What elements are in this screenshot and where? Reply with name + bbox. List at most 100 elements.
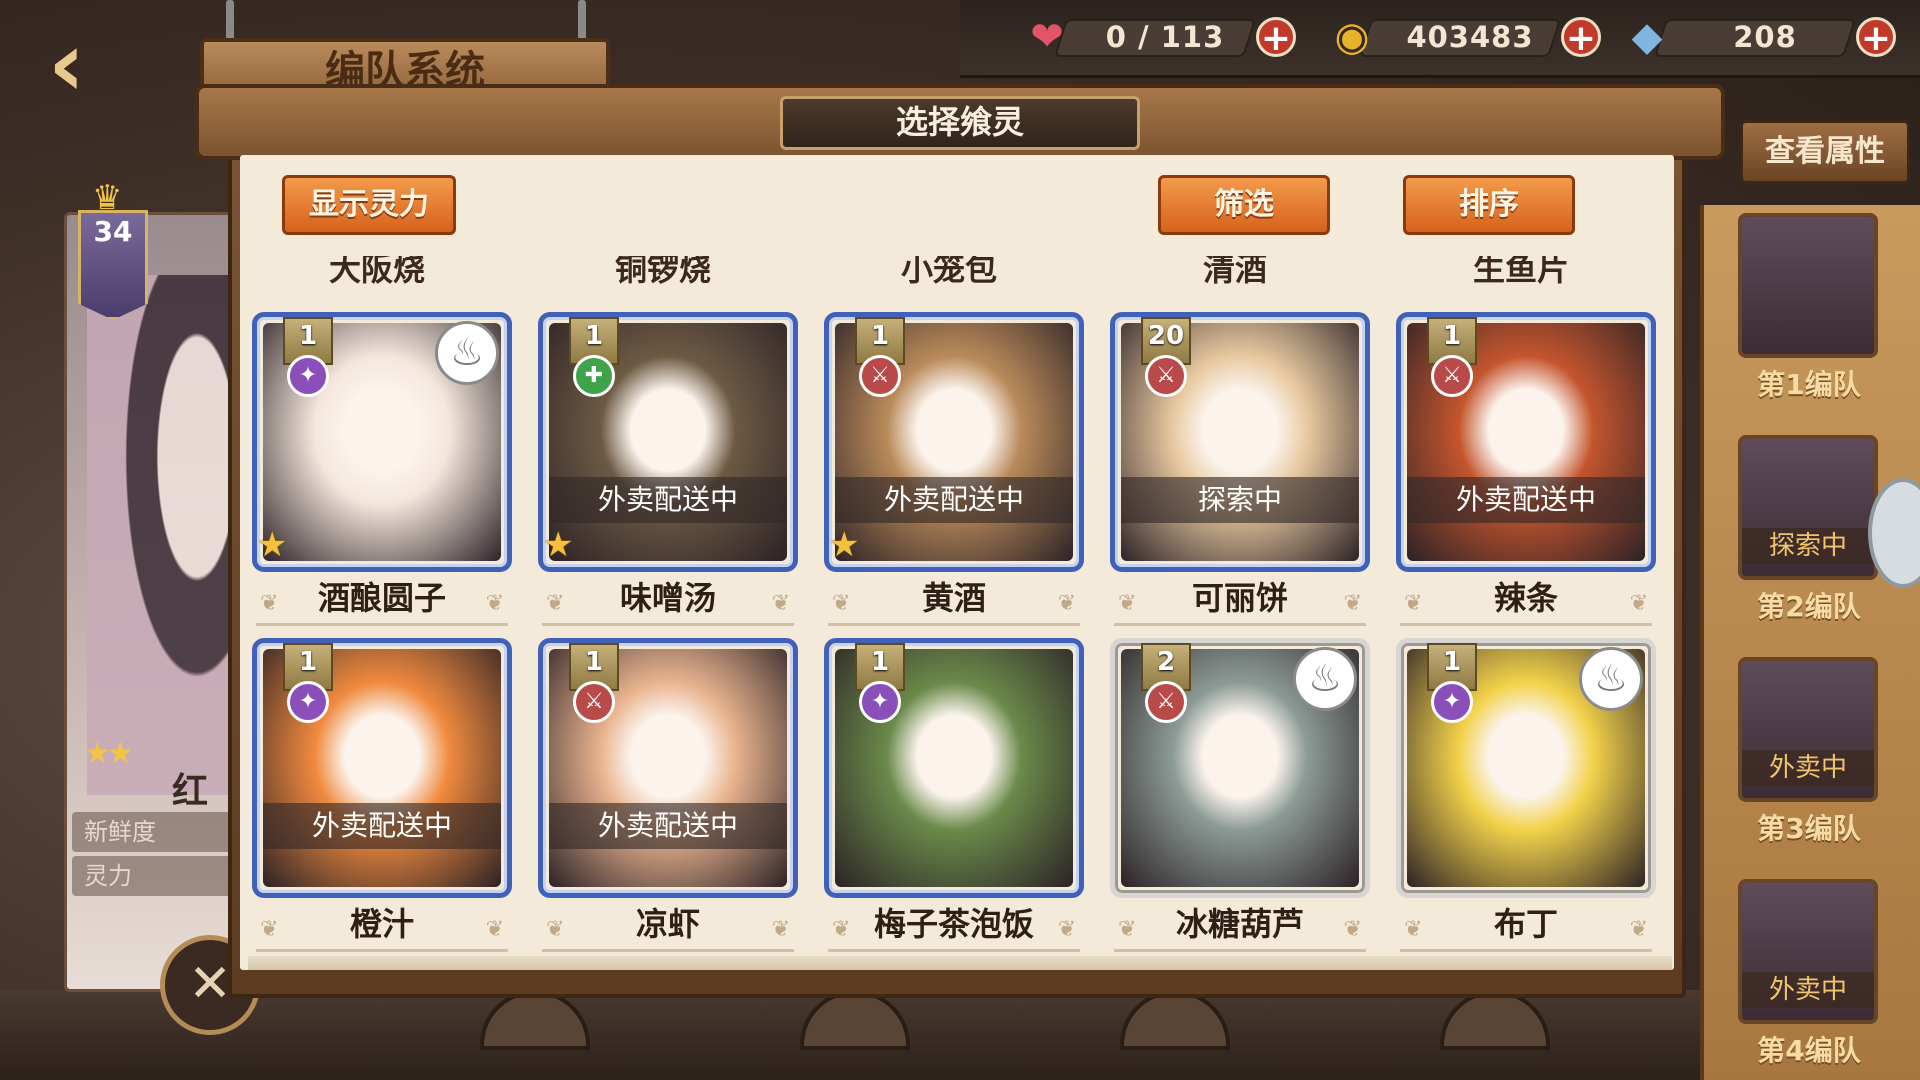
bottom-slot: [1120, 990, 1230, 1050]
stamina-value: 0 / 113: [1105, 20, 1225, 54]
coin-icon: ◉: [1334, 14, 1370, 60]
spirit-card[interactable]: 1 ✦ ♨: [1396, 638, 1656, 898]
heart-icon: ❤: [1030, 14, 1064, 60]
spirit-card[interactable]: 20 ⚔ 探索中: [1110, 312, 1370, 572]
resource-bar: ❤ 0 / 113 + ◉ 403483 + ◆ 208 +: [960, 0, 1920, 78]
heal-type-icon: ✚: [573, 355, 615, 397]
sort-button[interactable]: 排序: [1403, 175, 1575, 235]
partial-spirit-name: 清酒: [1202, 256, 1267, 288]
chef-hat-icon: ♨: [1293, 647, 1357, 711]
partial-spirit-name: 铜锣烧: [614, 256, 711, 288]
spirit-name: 梅子茶泡饭: [828, 900, 1080, 954]
attack-type-icon: ⚔: [1145, 681, 1187, 723]
spirit-status: 外卖配送中: [835, 477, 1073, 523]
character-stars: ★★: [84, 736, 134, 771]
chef-hat-icon: ♨: [435, 321, 499, 385]
spirit-name: 味噌汤: [542, 574, 794, 628]
spirit-status: 探索中: [1121, 477, 1359, 523]
team-sidebar: 第1编队 探索中 第2编队 外卖中 第3编队 外卖中 第4编队: [1700, 205, 1920, 1080]
magic-type-icon: ✦: [859, 681, 901, 723]
spirit-level: 1: [298, 647, 318, 677]
spirit-name: 凉虾: [542, 900, 794, 954]
spirit-status: 外卖配送中: [1407, 477, 1645, 523]
star-icon: ★: [829, 525, 860, 565]
spirit-grid: 大阪烧铜锣烧小笼包清酒生鱼片1✦♨★酒酿圆子1✚外卖配送中★味噌汤1⚔外卖配送中…: [248, 256, 1672, 970]
bottom-slot: [1440, 990, 1550, 1050]
spirit-card[interactable]: 1 ✦ 外卖配送中: [252, 638, 512, 898]
team-status: 外卖中: [1742, 972, 1874, 1008]
spirit-level: 1: [1442, 321, 1462, 351]
star-icon: ★: [257, 525, 288, 565]
spirit-name: 可丽饼: [1114, 574, 1366, 628]
crystal-icon: ◆: [1631, 14, 1663, 60]
spirit-status: 外卖配送中: [549, 477, 787, 523]
team-4-thumbnail[interactable]: 外卖中: [1738, 879, 1878, 1024]
partial-spirit-name: 小笼包: [900, 256, 997, 288]
spirit-status: 外卖配送中: [549, 803, 787, 849]
add-crystal-button[interactable]: +: [1856, 17, 1896, 58]
spirit-level: 2: [1156, 647, 1176, 677]
team-status: 探索中: [1742, 528, 1874, 564]
character-portrait: [87, 275, 236, 795]
spirit-label: 灵力: [72, 856, 242, 896]
spirit-card[interactable]: 1 ⚔ 外卖配送中 ★: [824, 312, 1084, 572]
bottom-slot-bar: [0, 990, 1920, 1080]
grid-bottom-edge: [248, 956, 1672, 970]
gold-value: 403483: [1406, 20, 1534, 54]
spirit-name: 布丁: [1400, 900, 1652, 954]
team-status: 外卖中: [1742, 750, 1874, 786]
team-4-label: 第4编队: [1757, 1034, 1861, 1067]
modal-title: 选择飨灵: [780, 96, 1140, 150]
spirit-card[interactable]: 2 ⚔ ♨: [1110, 638, 1370, 898]
spirit-card[interactable]: 1 ⚔ 外卖配送中: [1396, 312, 1656, 572]
magic-type-icon: ✦: [287, 681, 329, 723]
spirit-status: 外卖配送中: [263, 803, 501, 849]
filter-button[interactable]: 筛选: [1158, 175, 1330, 235]
magic-type-icon: ✦: [287, 355, 329, 397]
team-1-thumbnail[interactable]: [1738, 213, 1878, 358]
spirit-level: 1: [870, 321, 890, 351]
spirit-name: 冰糖葫芦: [1114, 900, 1366, 954]
spirit-level: 1: [584, 321, 604, 351]
spirit-level: 1: [298, 321, 318, 351]
character-name: 红: [172, 771, 209, 812]
add-gold-button[interactable]: +: [1561, 17, 1601, 58]
team-3-label: 第3编队: [1757, 812, 1861, 845]
view-attributes-button[interactable]: 查看属性: [1740, 120, 1910, 184]
spirit-level: 1: [870, 647, 890, 677]
spirit-level: 20: [1147, 321, 1185, 351]
back-button[interactable]: ‹: [48, 20, 148, 110]
star-icon: ★: [543, 525, 574, 565]
team-3-thumbnail[interactable]: 外卖中: [1738, 657, 1878, 802]
plaque-chain: [578, 0, 586, 42]
magic-type-icon: ✦: [1431, 681, 1473, 723]
spirit-card[interactable]: 1 ✦: [824, 638, 1084, 898]
spirit-level: 1: [584, 647, 604, 677]
freshness-label: 新鲜度: [72, 812, 242, 852]
team-1-label: 第1编队: [1757, 368, 1861, 401]
attack-type-icon: ⚔: [1431, 355, 1473, 397]
plaque-chain: [226, 0, 234, 42]
partial-spirit-name: 大阪烧: [328, 256, 425, 288]
spirit-level: 1: [1442, 647, 1462, 677]
character-level: 34: [93, 215, 133, 248]
spirit-name: 橙汁: [256, 900, 508, 954]
crystal-value: 208: [1733, 20, 1797, 54]
bottom-slot: [800, 990, 910, 1050]
attack-type-icon: ⚔: [1145, 355, 1187, 397]
attack-type-icon: ⚔: [859, 355, 901, 397]
bottom-slot: [480, 990, 590, 1050]
add-stamina-button[interactable]: +: [1256, 17, 1296, 58]
attack-type-icon: ⚔: [573, 681, 615, 723]
spirit-name: 黄酒: [828, 574, 1080, 628]
spirit-card[interactable]: 1 ⚔ 外卖配送中: [538, 638, 798, 898]
team-2-thumbnail[interactable]: 探索中: [1738, 435, 1878, 580]
partial-spirit-name: 生鱼片: [1472, 256, 1569, 288]
team-2-label: 第2编队: [1757, 590, 1861, 623]
spirit-card[interactable]: 1 ✦ ♨ ★: [252, 312, 512, 572]
spirit-name: 酒酿圆子: [256, 574, 508, 628]
show-power-button[interactable]: 显示灵力: [282, 175, 456, 235]
chef-hat-icon: ♨: [1579, 647, 1643, 711]
spirit-name: 辣条: [1400, 574, 1652, 628]
spirit-card[interactable]: 1 ✚ 外卖配送中 ★: [538, 312, 798, 572]
